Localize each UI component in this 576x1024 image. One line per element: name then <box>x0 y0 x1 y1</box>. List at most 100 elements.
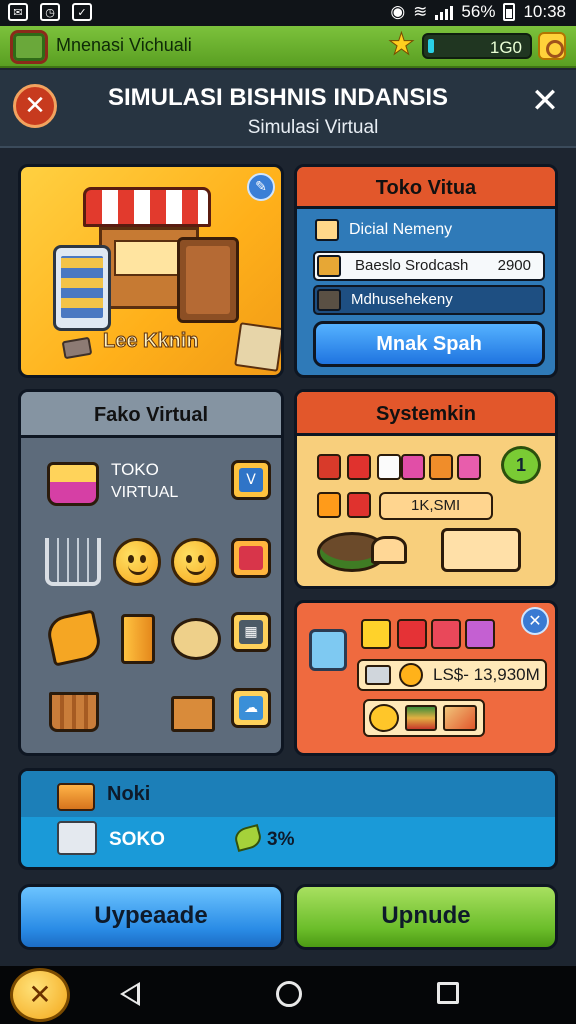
update-button[interactable]: Upnude <box>294 884 558 950</box>
grocery-basket-icon[interactable] <box>49 692 99 732</box>
chest-icon <box>317 289 341 311</box>
nav-recents-button[interactable] <box>437 982 459 1004</box>
mail-icon: ✉ <box>8 3 28 21</box>
coin-balance: 1G0 <box>422 33 532 59</box>
tomato-icon[interactable] <box>317 454 341 480</box>
happy-face-icon[interactable] <box>171 538 219 586</box>
status-right-icons: ◉ ≋ 56% 10:38 <box>390 2 566 22</box>
snack-icon[interactable] <box>429 454 453 480</box>
box-icon <box>57 783 95 811</box>
orange-icon[interactable] <box>317 492 341 518</box>
cabinet-icon <box>177 237 239 323</box>
hero-label: Lee Kknin <box>103 330 200 353</box>
status-bar: ✉ ◷ ✓ ◉ ≋ 56% 10:38 <box>0 0 576 26</box>
fako-select-glyph: V <box>239 468 263 492</box>
star-icon[interactable]: ★ <box>388 29 416 60</box>
upgrade-button[interactable]: Uypeaade <box>18 884 284 950</box>
bag-icon[interactable] <box>309 629 347 671</box>
basket-icon[interactable] <box>47 462 99 506</box>
smile-face-icon[interactable] <box>113 538 161 586</box>
fako-panel-title: Fako Virtual <box>21 392 281 438</box>
title-bar: ✕ SIMULASI BISHNIS INDANSIS Simulasi Vir… <box>0 70 576 148</box>
sandwich-icon <box>443 705 477 731</box>
fako-panel: Fako Virtual TOKO VIRTUAL V ▦ ☁ <box>18 389 284 756</box>
toko-row-digital-money[interactable]: Dicial Nemeny <box>313 217 545 247</box>
battery-percent: 56% <box>461 2 496 21</box>
system-value-pill: 1K,SMI <box>379 492 493 520</box>
shop-awning-icon <box>83 187 211 227</box>
bread-icon[interactable] <box>371 536 407 564</box>
system-nav-bar: ✕ <box>0 966 576 1024</box>
app-bar: Mnenasi Vichuali ★ 1G0 <box>0 26 576 68</box>
card-button[interactable] <box>231 538 271 578</box>
stats-panel: ✕ LS$- 13,930M <box>294 600 558 756</box>
checkbox-icon[interactable] <box>317 255 341 277</box>
red-item-icon[interactable] <box>347 454 371 480</box>
crate-icon[interactable] <box>171 696 215 732</box>
toko-row-3-label: Mdhusehekeny <box>351 291 453 308</box>
stats-value-pill: LS$- 13,930M <box>357 659 547 691</box>
fako-item-title: TOKO <box>111 460 159 479</box>
hero-card[interactable]: ✎ Lee Kknin <box>18 164 284 378</box>
heart-bag-icon[interactable] <box>431 619 461 649</box>
cup-icon[interactable] <box>347 492 371 518</box>
noki-header-stripe <box>21 771 555 817</box>
noki-panel: Noki SOKO 3% <box>18 768 558 870</box>
fako-select-button[interactable]: V <box>231 460 271 500</box>
dashboard-button[interactable]: ☁ <box>231 688 271 728</box>
page-title: SIMULASI BISHNIS INDANSIS <box>107 84 449 111</box>
leaf-icon[interactable] <box>44 609 104 667</box>
dnd-icon: ◉ <box>390 2 406 21</box>
nav-back-button[interactable] <box>120 982 140 1006</box>
wallet-icon <box>315 219 339 241</box>
signal-icon <box>435 4 454 20</box>
alarm-icon: ◷ <box>40 3 60 21</box>
cart-icon[interactable] <box>45 538 101 586</box>
close-button[interactable]: ✕ <box>528 84 562 118</box>
gift-box-icon <box>57 821 97 855</box>
system-panel: Systemkin 1 1K,SMI <box>294 389 558 589</box>
food-tray[interactable] <box>363 699 485 737</box>
red-box-icon[interactable] <box>397 619 427 649</box>
toko-row-cash[interactable]: Baeslo Srodcash 2900 <box>313 251 545 281</box>
coin-value: 1G0 <box>489 38 522 57</box>
toko-action-button[interactable]: Mnak Spah <box>313 321 545 367</box>
toko-panel: Toko Vitua Dicial Nemeny Baeslo Srodcash… <box>294 164 558 378</box>
app-logo-icon[interactable] <box>10 30 48 64</box>
check-icon: ✓ <box>72 3 92 21</box>
fako-item-subtitle: VIRTUAL <box>111 484 179 501</box>
system-panel-title: Systemkin <box>297 392 555 436</box>
phone-icon <box>53 245 111 331</box>
noki-title: Noki <box>107 783 151 805</box>
package-icon[interactable] <box>121 614 155 664</box>
wifi-icon: ≋ <box>413 2 428 21</box>
clock: 10:38 <box>523 2 566 21</box>
calculator-button[interactable]: ▦ <box>231 612 271 652</box>
card-icon <box>365 665 391 685</box>
toko-row-household[interactable]: Mdhusehekeny <box>313 285 545 315</box>
nav-home-button[interactable] <box>276 981 302 1007</box>
coin-bar-fill <box>428 39 434 53</box>
milk-icon[interactable] <box>377 454 401 480</box>
system-value: 1K,SMI <box>411 497 461 514</box>
map-icon <box>234 322 281 372</box>
battery-icon <box>503 3 516 21</box>
level-badge[interactable]: 1 <box>501 446 541 484</box>
toko-panel-title: Toko Vitua <box>297 167 555 209</box>
purple-bag-icon[interactable] <box>465 619 495 649</box>
tools-fab-button[interactable]: ✕ <box>10 968 70 1022</box>
cookie-icon[interactable] <box>171 618 221 660</box>
noki-label: SOKO <box>109 829 165 850</box>
status-left-icons: ✉ ◷ ✓ <box>8 3 92 21</box>
coin-icon <box>399 663 423 687</box>
produce-crate-icon[interactable] <box>441 528 521 572</box>
noki-percent: 3% <box>267 829 295 850</box>
gold-item-icon[interactable] <box>361 619 391 649</box>
candy-icon[interactable] <box>457 454 481 480</box>
close-icon[interactable]: ✕ <box>521 607 549 635</box>
stats-value: LS$- 13,930M <box>433 665 540 684</box>
wrench-icon[interactable]: ✎ <box>247 173 275 201</box>
juice-icon[interactable] <box>401 454 425 480</box>
profile-button[interactable] <box>538 32 566 60</box>
lemon-icon <box>369 704 399 732</box>
